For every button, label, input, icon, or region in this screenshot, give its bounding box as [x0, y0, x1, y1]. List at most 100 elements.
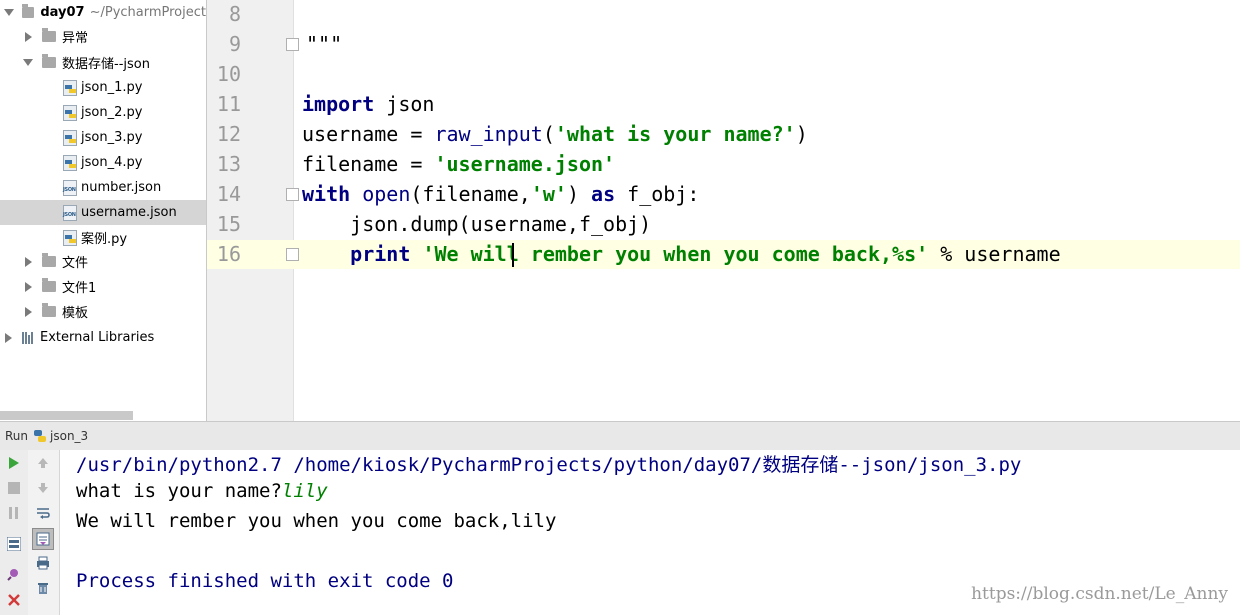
wrap-icon [37, 508, 50, 519]
restore-layout-button[interactable] [4, 534, 24, 554]
project-tree: day07 ~/PycharmProject 异常 数据存储--json jso… [0, 0, 206, 421]
tree-item-json2[interactable]: json_2.py [0, 100, 206, 125]
arrow-down-icon [38, 483, 48, 493]
tree-item-external-libraries[interactable]: External Libraries [0, 325, 206, 350]
tree-item-json-folder[interactable]: 数据存储--json [0, 50, 206, 75]
library-icon [22, 331, 35, 344]
pin-tab-button[interactable] [4, 564, 24, 584]
folder-icon [22, 4, 35, 18]
text-caret [512, 243, 514, 267]
pause-button[interactable] [4, 503, 24, 523]
line-number: 16 [216, 242, 241, 266]
tree-item-label: json_4.py [81, 155, 143, 170]
tree-root[interactable]: day07 ~/PycharmProject [0, 0, 206, 25]
console-command: /usr/bin/python2.7 /home/kiosk/PycharmPr… [76, 454, 1022, 476]
console-prompt-line: what is your name?lily [76, 480, 328, 502]
stop-button[interactable] [4, 478, 24, 498]
tree-item-template-folder[interactable]: 模板 [0, 299, 206, 324]
chevron-down-icon[interactable] [23, 59, 33, 66]
scroll-up-button[interactable] [33, 453, 53, 473]
tree-item-label: json_1.py [81, 80, 143, 95]
fold-marker-icon[interactable] [286, 38, 299, 51]
rerun-button[interactable] [4, 453, 24, 473]
line-number: 10 [216, 62, 241, 86]
tree-item-json4[interactable]: json_4.py [0, 150, 206, 175]
tree-item-label: username.json [81, 205, 177, 220]
tree-item-label: External Libraries [40, 330, 155, 345]
scroll-end-icon [36, 532, 50, 546]
python-file-icon [63, 130, 77, 146]
print-button[interactable] [33, 553, 53, 573]
fold-marker-icon[interactable] [286, 248, 299, 261]
folder-icon [42, 54, 56, 68]
python-file-icon [63, 80, 77, 96]
line-number: 13 [216, 152, 241, 176]
python-file-icon [34, 430, 47, 442]
tree-item-label: json_2.py [81, 105, 143, 120]
soft-wrap-button[interactable] [33, 503, 53, 523]
line-number: 14 [216, 182, 241, 206]
folder-icon [42, 303, 56, 317]
scroll-down-button[interactable] [33, 478, 53, 498]
tree-horizontal-scrollbar[interactable] [0, 411, 133, 420]
code-line-16: print 'We will rember you when you come … [350, 242, 1061, 266]
python-file-icon [63, 105, 77, 121]
json-file-icon: JSON [63, 205, 77, 221]
tree-item-label: 文件 [62, 256, 89, 271]
tree-item-file-folder[interactable]: 文件 [0, 249, 206, 274]
line-number: 8 [228, 2, 241, 26]
chevron-down-icon[interactable] [4, 9, 14, 16]
code-line-9: """ [306, 32, 343, 56]
tree-item-number-json[interactable]: JSON number.json [0, 175, 206, 200]
console-user-input: lily [281, 480, 328, 502]
print-icon [37, 556, 49, 570]
tree-item-case-py[interactable]: 案例.py [0, 225, 206, 250]
tree-item-json3[interactable]: json_3.py [0, 125, 206, 150]
line-number: 9 [228, 32, 241, 56]
clear-all-button[interactable] [33, 578, 53, 598]
trash-icon [38, 583, 48, 594]
folder-icon [42, 253, 56, 267]
tree-item-file1-folder[interactable]: 文件1 [0, 274, 206, 299]
chevron-right-icon[interactable] [5, 332, 12, 343]
root-name: day07 [40, 5, 85, 20]
tree-item-exception-folder[interactable]: 异常 [0, 24, 206, 49]
tree-item-username-json[interactable]: JSON username.json [0, 200, 206, 225]
line-number: 12 [216, 122, 241, 146]
chevron-right-icon[interactable] [25, 306, 32, 317]
json-file-icon: JSON [63, 180, 77, 196]
folder-icon [42, 278, 56, 292]
scroll-to-end-button[interactable] [32, 528, 54, 550]
console-output: We will rember you when you come back,li… [76, 510, 557, 532]
tree-item-label: json_3.py [81, 130, 143, 145]
folder-icon [42, 28, 56, 42]
chevron-right-icon[interactable] [25, 256, 32, 267]
close-button[interactable] [4, 590, 24, 610]
tree-item-label: 数据存储--json [62, 57, 150, 72]
run-config-name[interactable]: json_3 [50, 429, 88, 443]
code-line-15: json.dump(username,f_obj) [302, 212, 652, 236]
tree-item-label: 模板 [62, 306, 89, 321]
line-number: 11 [216, 92, 241, 116]
play-icon [9, 457, 19, 469]
console-exit-message: Process finished with exit code 0 [76, 570, 454, 592]
tree-item-json1[interactable]: json_1.py [0, 75, 206, 100]
pause-icon [9, 507, 18, 519]
code-line-11: import json [302, 92, 435, 116]
tree-item-label: 案例.py [81, 232, 128, 247]
line-number: 15 [216, 212, 241, 236]
code-editor[interactable] [294, 0, 1240, 421]
run-toolbar-left [0, 450, 28, 615]
tree-item-label: number.json [81, 180, 162, 195]
code-line-14: with open(filename,'w') as f_obj: [302, 182, 700, 206]
code-line-12: username = raw_input('what is your name?… [302, 122, 808, 146]
run-tab-bar: Run json_3 [0, 421, 1240, 451]
run-toolbar-right [28, 450, 60, 615]
pin-icon [7, 569, 18, 581]
root-path: ~/PycharmProject [89, 5, 206, 20]
chevron-right-icon[interactable] [25, 31, 32, 42]
arrow-up-icon [38, 458, 48, 468]
run-tab-label[interactable]: Run [5, 429, 28, 443]
fold-marker-icon[interactable] [286, 188, 299, 201]
chevron-right-icon[interactable] [25, 281, 32, 292]
